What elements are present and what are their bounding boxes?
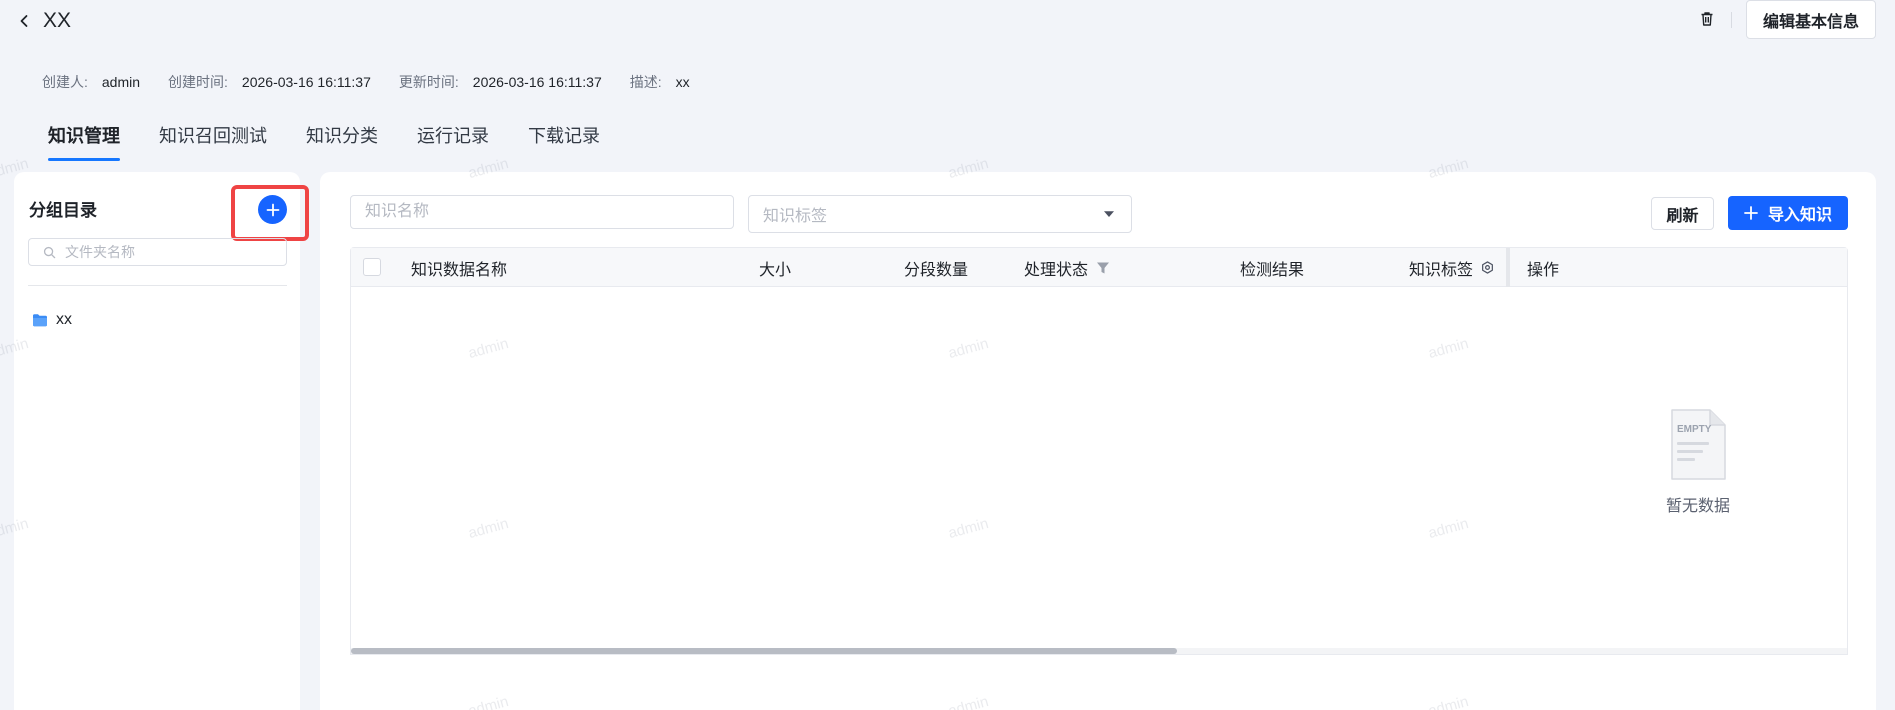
import-knowledge-label: 导入知识 [1767,207,1832,224]
folder-name: xx [56,311,72,328]
column-header-actions: 操作 [1527,261,1560,279]
folder-icon [33,314,47,327]
group-directory-title: 分组目录 [29,201,97,220]
tab-download-records[interactable]: 下载记录 [528,122,600,160]
table-header: 知识数据名称 大小 分段数量 处理状态 检测结果 知识标签 操作 [351,248,1847,287]
meta-info: 创建人: admin 创建时间: 2026-03-16 16:11:37 更新时… [42,73,718,91]
column-header-status[interactable]: 处理状态 [1024,248,1110,287]
tab-knowledge-management[interactable]: 知识管理 [48,122,120,161]
knowledge-tag-select[interactable]: 知识标签 [748,195,1132,233]
import-knowledge-button[interactable]: 导入知识 [1728,196,1848,230]
select-all-checkbox[interactable] [363,258,381,276]
folder-search [28,238,287,266]
created-time-value: 2026-03-16 16:11:37 [241,74,371,90]
add-folder-button[interactable] [258,195,287,224]
folder-search-input[interactable] [65,244,265,260]
updated-time-label: 更新时间: [398,74,459,90]
description-label: 描述: [629,74,662,90]
knowledge-tag-placeholder: 知识标签 [763,208,828,225]
empty-state: EMPTY 暂无数据 [1643,408,1753,516]
group-directory-panel: 分组目录 xx [14,172,309,710]
plus-icon [1744,206,1758,220]
scrollbar-thumb[interactable] [351,648,1177,654]
refresh-button[interactable]: 刷新 [1651,197,1714,230]
header-divider [1731,12,1732,28]
column-header-detection[interactable]: 检测结果 [1240,248,1304,287]
created-time-label: 创建时间: [168,74,228,90]
column-header-size[interactable]: 大小 [759,248,791,287]
back-button[interactable] [14,8,34,34]
updated-time-value: 2026-03-16 16:11:37 [472,74,602,90]
horizontal-scrollbar[interactable] [351,648,1847,654]
creator-value: admin [101,74,141,90]
delete-button[interactable] [1696,8,1718,30]
page-title: XX [43,9,72,32]
creator-label: 创建人: [42,74,88,90]
column-header-segments[interactable]: 分段数量 [904,248,968,287]
settings-icon[interactable] [1481,261,1494,274]
empty-document-icon: EMPTY [1671,409,1726,480]
tab-bar: 知识管理 知识召回测试 知识分类 运行记录 下载记录 [48,122,639,162]
knowledge-table: 知识数据名称 大小 分段数量 处理状态 检测结果 知识标签 操作 EMPTY 暂… [350,247,1848,655]
tab-knowledge-category[interactable]: 知识分类 [306,122,378,160]
chevron-left-icon [20,15,28,27]
fixed-column-divider [1506,248,1510,287]
caret-down-icon [1104,211,1114,217]
edit-basic-info-button[interactable]: 编辑基本信息 [1746,0,1876,39]
knowledge-list-panel: 知识标签 刷新 导入知识 知识数据名称 大小 分段数量 处理状态 检测结果 知识… [320,172,1876,710]
folder-item[interactable]: xx [32,308,72,332]
plus-icon [266,203,279,216]
description-value: xx [675,74,690,90]
trash-icon [1701,12,1713,26]
filter-icon[interactable] [1096,261,1110,275]
search-icon [43,246,56,258]
column-header-tags[interactable]: 知识标签 [1409,248,1494,287]
svg-text:EMPTY: EMPTY [1677,424,1712,435]
empty-text: 暂无数据 [1665,498,1730,515]
sidebar-divider [28,285,287,286]
column-header-name[interactable]: 知识数据名称 [411,248,507,287]
knowledge-name-input[interactable] [350,195,734,229]
tab-recall-test[interactable]: 知识召回测试 [159,122,267,160]
tab-run-records[interactable]: 运行记录 [417,122,489,160]
page-header: XX 编辑基本信息 [0,0,1895,46]
